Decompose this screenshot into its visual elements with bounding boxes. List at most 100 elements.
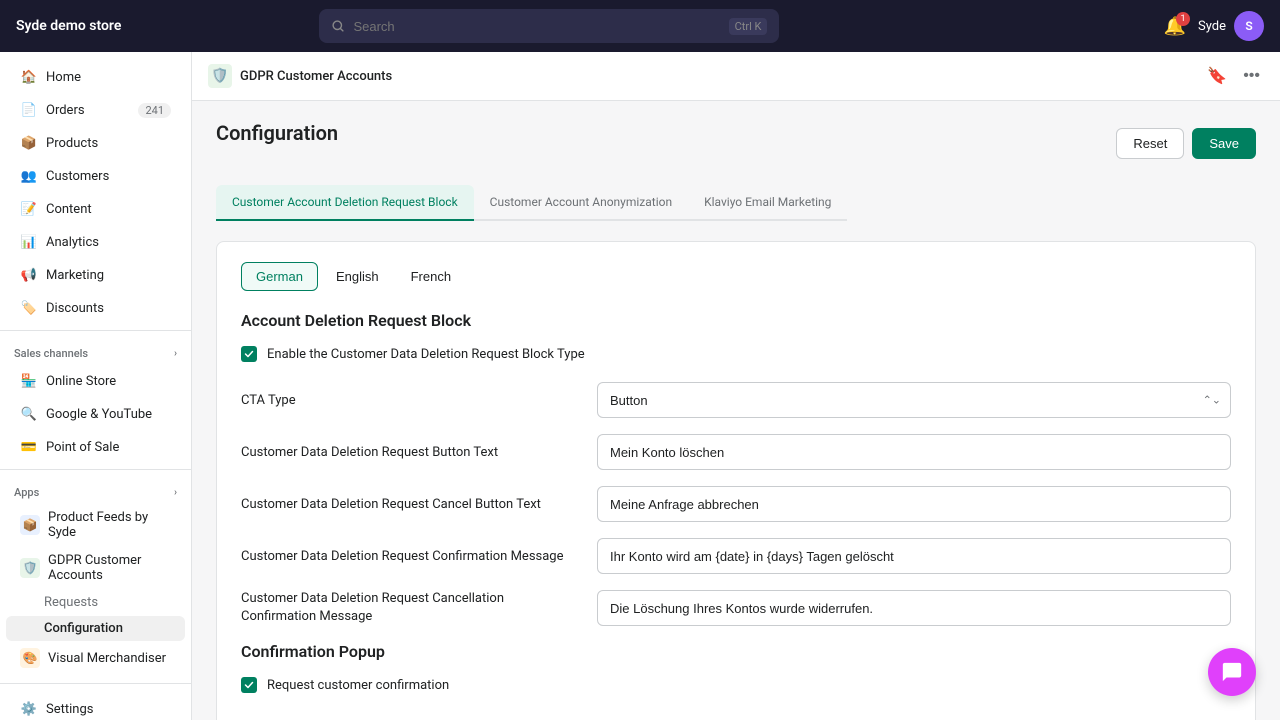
sidebar-item-settings[interactable]: ⚙️ Settings: [6, 693, 185, 720]
section-title: Account Deletion Request Block: [241, 311, 1231, 330]
button-text-input[interactable]: [597, 434, 1231, 470]
sidebar-item-products[interactable]: 📦 Products: [6, 127, 185, 159]
customers-icon: 👥: [20, 167, 38, 185]
tab-anonymization[interactable]: Customer Account Anonymization: [474, 185, 688, 221]
lang-tab-german[interactable]: German: [241, 262, 318, 291]
sidebar-sub-configuration[interactable]: Configuration: [6, 616, 185, 641]
cta-type-select[interactable]: Button Link: [597, 382, 1231, 418]
save-button[interactable]: Save: [1192, 128, 1256, 159]
sidebar-item-content[interactable]: 📝 Content: [6, 193, 185, 225]
sidebar-divider-2: [0, 469, 191, 470]
sidebar-item-home[interactable]: 🏠 Home: [6, 61, 185, 93]
sidebar-label-home: Home: [46, 70, 171, 85]
sidebar-item-online-store[interactable]: 🏪 Online Store: [6, 365, 185, 397]
main-tabs: Customer Account Deletion Request Block …: [216, 185, 1256, 221]
app-header: 🛡️ GDPR Customer Accounts 🔖 •••: [192, 52, 1280, 101]
sidebar-divider-1: [0, 330, 191, 331]
sidebar-label-settings: Settings: [46, 702, 171, 717]
cta-type-label: CTA Type: [241, 393, 581, 408]
online-store-icon: 🏪: [20, 372, 38, 390]
cancellation-message-label: Customer Data Deletion Request Cancellat…: [241, 590, 581, 626]
visual-merchandiser-icon: 🎨: [20, 648, 40, 668]
content-icon: 📝: [20, 200, 38, 218]
sidebar-item-product-feeds[interactable]: 📦 Product Feeds by Syde: [6, 504, 185, 546]
request-confirmation-label: Request customer confirmation: [267, 678, 449, 693]
lang-tab-french[interactable]: French: [397, 262, 465, 291]
apps-section[interactable]: Apps ›: [0, 476, 191, 503]
notification-badge: 1: [1176, 12, 1190, 26]
topbar: Syde demo store Ctrl K 🔔 1 Syde S: [0, 0, 1280, 52]
sidebar: 🏠 Home 📄 Orders 241 📦 Products 👥 Custome…: [0, 52, 192, 720]
sales-channels-label: Sales channels: [14, 347, 88, 360]
sidebar-item-google-youtube[interactable]: 🔍 Google & YouTube: [6, 398, 185, 430]
tab-deletion-request[interactable]: Customer Account Deletion Request Block: [216, 185, 474, 221]
sidebar-label-analytics: Analytics: [46, 235, 171, 250]
more-options-button[interactable]: •••: [1239, 62, 1264, 90]
app-header-right: 🔖 •••: [1203, 62, 1264, 90]
apps-label: Apps: [14, 486, 39, 499]
search-icon: [331, 19, 345, 33]
cancellation-message-row: Customer Data Deletion Request Cancellat…: [241, 590, 1231, 626]
notifications-button[interactable]: 🔔 1: [1164, 16, 1186, 37]
sidebar-label-gdpr: GDPR Customer Accounts: [48, 553, 171, 583]
cta-type-row: CTA Type Button Link: [241, 382, 1231, 418]
cancel-button-label: Customer Data Deletion Request Cancel Bu…: [241, 497, 581, 512]
sidebar-label-online-store: Online Store: [46, 374, 171, 389]
products-icon: 📦: [20, 134, 38, 152]
request-confirmation-checkbox[interactable]: [241, 677, 257, 693]
sidebar-sub-requests[interactable]: Requests: [6, 590, 185, 615]
sidebar-label-orders: Orders: [46, 103, 130, 118]
bookmark-button[interactable]: 🔖: [1203, 62, 1231, 90]
marketing-icon: 📢: [20, 266, 38, 284]
search-bar[interactable]: Ctrl K: [319, 9, 779, 43]
lang-tab-english[interactable]: English: [322, 262, 393, 291]
sidebar-item-visual-merchandiser[interactable]: 🎨 Visual Merchandiser: [6, 642, 185, 674]
chat-icon: [1221, 661, 1243, 683]
analytics-icon: 📊: [20, 233, 38, 251]
chat-bubble[interactable]: [1208, 648, 1256, 696]
sidebar-item-discounts[interactable]: 🏷️ Discounts: [6, 292, 185, 324]
confirmation-message-label: Customer Data Deletion Request Confirmat…: [241, 549, 581, 564]
sidebar-item-marketing[interactable]: 📢 Marketing: [6, 259, 185, 291]
cancellation-message-input[interactable]: [597, 590, 1231, 626]
page-content: Configuration Reset Save Customer Accoun…: [192, 101, 1280, 720]
confirmation-message-input[interactable]: [597, 538, 1231, 574]
sidebar-label-content: Content: [46, 202, 171, 217]
avatar: S: [1234, 11, 1264, 41]
apps-arrow: ›: [174, 487, 177, 498]
cancel-button-input[interactable]: [597, 486, 1231, 522]
google-youtube-icon: 🔍: [20, 405, 38, 423]
config-card: German English French Account Deletion R…: [216, 241, 1256, 720]
sidebar-item-customers[interactable]: 👥 Customers: [6, 160, 185, 192]
point-of-sale-icon: 💳: [20, 438, 38, 456]
sidebar-label-configuration: Configuration: [44, 621, 123, 636]
sidebar-item-orders[interactable]: 📄 Orders 241: [6, 94, 185, 126]
cta-type-select-wrapper: Button Link: [597, 382, 1231, 418]
topbar-right: 🔔 1 Syde S: [1164, 11, 1264, 41]
sidebar-item-gdpr[interactable]: 🛡️ GDPR Customer Accounts: [6, 547, 185, 589]
home-icon: 🏠: [20, 68, 38, 86]
search-shortcut: Ctrl K: [729, 18, 768, 35]
settings-icon: ⚙️: [20, 700, 38, 718]
sales-channels-section[interactable]: Sales channels ›: [0, 337, 191, 364]
product-feeds-icon: 📦: [20, 515, 40, 535]
reset-button[interactable]: Reset: [1116, 128, 1184, 159]
confirmation-popup-title: Confirmation Popup: [241, 642, 1231, 661]
store-name: Syde demo store: [16, 18, 121, 34]
app-header-icon: 🛡️: [208, 64, 232, 88]
enable-checkbox[interactable]: [241, 346, 257, 362]
main-content: 🛡️ GDPR Customer Accounts 🔖 ••• Configur…: [192, 52, 1280, 720]
button-text-label: Customer Data Deletion Request Button Te…: [241, 445, 581, 460]
request-confirmation-row: Request customer confirmation: [241, 677, 1231, 693]
sidebar-item-point-of-sale[interactable]: 💳 Point of Sale: [6, 431, 185, 463]
sales-channels-arrow: ›: [174, 348, 177, 359]
sidebar-label-customers: Customers: [46, 169, 171, 184]
search-input[interactable]: [353, 19, 720, 34]
page-header-row: Configuration Reset Save: [216, 121, 1256, 165]
sidebar-label-discounts: Discounts: [46, 301, 171, 316]
page-title: Configuration: [216, 121, 338, 145]
app-header-left: 🛡️ GDPR Customer Accounts: [208, 64, 392, 88]
tab-klaviyo[interactable]: Klaviyo Email Marketing: [688, 185, 847, 221]
sidebar-item-analytics[interactable]: 📊 Analytics: [6, 226, 185, 258]
user-menu[interactable]: Syde S: [1198, 11, 1264, 41]
